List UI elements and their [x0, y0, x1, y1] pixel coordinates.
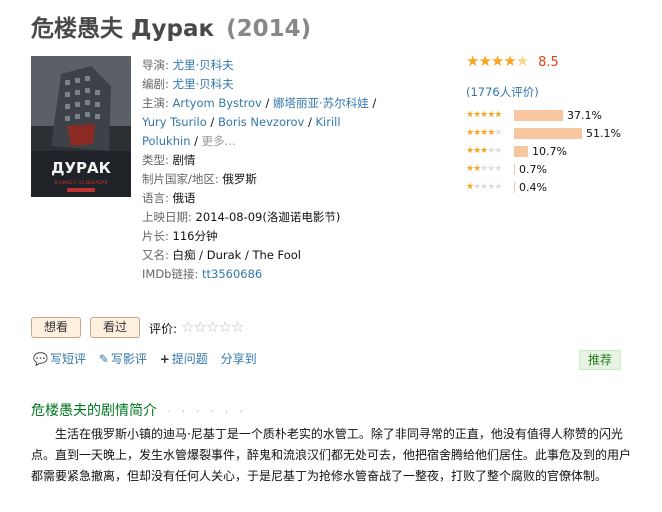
aka-row: 又名: 白痴 / Durak / The Fool	[142, 246, 392, 265]
rating-row-percent: 10.7%	[532, 144, 567, 158]
cast-link[interactable]: 娜塔丽亚·苏尔科娃	[273, 96, 369, 110]
star-outline-icon[interactable]: ☆	[181, 318, 194, 336]
rating-panel: ★★★★★ 8.5 (1776人评价) ★★★★★ 37.1% ★★★★★ 51.1%…	[466, 52, 656, 196]
rating-row-stars-icon: ★★★★★	[466, 110, 502, 120]
rate-stars-input[interactable]: ☆☆☆☆☆	[181, 318, 244, 336]
release-label: 上映日期:	[142, 210, 192, 224]
title-year: (2014)	[226, 16, 312, 42]
cast-link[interactable]: Boris Nevzorov	[218, 115, 304, 129]
rating-row: ★★★★★ 0.4%	[466, 178, 656, 196]
rating-row-stars-icon: ★★★★★	[466, 164, 502, 174]
write-short-review-link[interactable]: 写短评	[50, 352, 86, 366]
ask-question-action[interactable]: + 提问题	[160, 352, 208, 366]
imdb-row: IMDb链接: tt3560686	[142, 265, 392, 284]
aka-label: 又名:	[142, 248, 169, 262]
country-label: 制片国家/地区:	[142, 172, 219, 186]
summary-heading-dots: · · · · · ·	[167, 407, 247, 418]
poster-title: ДУРАК	[51, 159, 112, 177]
rating-stars-icon: ★★★★★	[466, 52, 529, 70]
rating-row-stars-icon: ★★★★★	[466, 146, 502, 156]
summary-heading: 危楼愚夫的剧情简介 · · · · · ·	[31, 400, 246, 420]
aka-value: 白痴 / Durak / The Fool	[172, 248, 301, 262]
genre-value: 剧情	[172, 153, 196, 167]
share-link[interactable]: 分享到	[221, 352, 257, 366]
imdb-link[interactable]: tt3560686	[202, 267, 262, 281]
cast-more-link[interactable]: 更多...	[202, 134, 236, 148]
write-review-action[interactable]: ✎ 写影评	[99, 352, 147, 366]
rating-row: ★★★★★ 0.7%	[466, 160, 656, 178]
runtime-value: 116分钟	[172, 229, 218, 243]
rating-votes: (1776人评价)	[466, 84, 656, 100]
recommend-button[interactable]: 推荐	[579, 350, 621, 370]
cast-row: 主演: Artyom Bystrov / 娜塔丽亚·苏尔科娃 / Yury Ts…	[142, 96, 377, 148]
write-review-link[interactable]: 写影评	[111, 352, 147, 366]
country-value: 俄罗斯	[222, 172, 257, 186]
genre-label: 类型:	[142, 153, 169, 167]
director-label: 导演:	[142, 58, 169, 72]
imdb-label: IMDb链接:	[142, 267, 199, 281]
title-zh: 危楼愚夫	[31, 16, 123, 42]
director-row: 导演: 尤里·贝科夫	[142, 56, 392, 75]
rating-row: ★★★★★ 10.7%	[466, 142, 656, 160]
rating-row-percent: 0.4%	[519, 180, 547, 194]
writer-row: 编剧: 尤里·贝科夫	[142, 75, 392, 94]
rating-row-bar	[514, 109, 563, 121]
write-short-review-action[interactable]: 💬 写短评	[33, 352, 86, 366]
writer-link[interactable]: 尤里·贝科夫	[173, 77, 234, 91]
votes-link[interactable]: (1776人评价)	[466, 85, 539, 99]
rating-row-bar	[514, 181, 515, 193]
language-value: 俄语	[172, 191, 196, 205]
release-row: 上映日期: 2014-08-09(洛迦诺电影节)	[142, 208, 392, 227]
rating-row: ★★★★★ 37.1%	[466, 106, 656, 124]
cast-link[interactable]: Yury Tsurilo	[142, 115, 207, 129]
rating-row-percent: 0.7%	[519, 162, 547, 176]
rating-distribution: ★★★★★ 37.1% ★★★★★ 51.1% ★★★★★ 10.7% ★★★★★ 0.7% ★…	[466, 106, 656, 196]
plus-icon: +	[159, 352, 170, 366]
star-outline-icon[interactable]: ☆	[193, 318, 206, 336]
runtime-row: 片长: 116分钟	[142, 227, 392, 246]
movie-info: 导演: 尤里·贝科夫 编剧: 尤里·贝科夫 主演: Artyom Bystrov…	[142, 56, 392, 284]
rating-summary: ★★★★★ 8.5	[466, 52, 656, 70]
rating-score: 8.5	[538, 55, 559, 70]
page-title: 危楼愚夫 Дурак (2014)	[31, 9, 311, 43]
star-outline-icon[interactable]: ☆	[206, 318, 219, 336]
chat-bubble-icon: 💬	[33, 352, 48, 366]
watched-button[interactable]: 看过	[90, 317, 140, 338]
language-row: 语言: 俄语	[142, 189, 392, 208]
title-ru: Дурак	[131, 16, 215, 42]
summary-text: 生活在俄罗斯小镇的迪马·尼基丁是一个质朴老实的水管工。除了非同寻常的正直，他没有…	[31, 427, 632, 483]
cast-label: 主演:	[142, 96, 169, 110]
rate-label: 评价:	[149, 322, 178, 336]
poster-date: В КИНО С 11 ДЕКАБРЯ	[55, 180, 108, 186]
rating-row-bar	[514, 163, 515, 175]
rating-row: ★★★★★ 51.1%	[466, 124, 656, 142]
rating-row-bar	[514, 145, 528, 157]
rating-row-stars-icon: ★★★★★	[466, 182, 502, 192]
writer-label: 编剧:	[142, 77, 169, 91]
pencil-icon: ✎	[98, 352, 109, 366]
summary-heading-text: 危楼愚夫的剧情简介	[31, 403, 157, 419]
ask-question-link[interactable]: 提问题	[172, 352, 208, 366]
rating-row-stars-icon: ★★★★★	[466, 128, 502, 138]
cast-link[interactable]: Artyom Bystrov	[173, 96, 262, 110]
release-value: 2014-08-09(洛迦诺电影节)	[195, 210, 341, 224]
rating-row-bar	[514, 127, 582, 139]
movie-poster[interactable]: ДУРАК В КИНО С 11 ДЕКАБРЯ	[31, 56, 131, 197]
want-to-watch-button[interactable]: 想看	[31, 317, 81, 338]
language-label: 语言:	[142, 191, 169, 205]
genre-row: 类型: 剧情	[142, 151, 392, 170]
poster-image: ДУРАК В КИНО С 11 ДЕКАБРЯ	[31, 56, 131, 197]
star-outline-icon[interactable]: ☆	[231, 318, 244, 336]
country-row: 制片国家/地区: 俄罗斯	[142, 170, 392, 189]
action-bar: 💬 写短评 ✎ 写影评 + 提问题 分享到	[33, 350, 266, 367]
director-link[interactable]: 尤里·贝科夫	[173, 58, 234, 72]
star-outline-icon[interactable]: ☆	[218, 318, 231, 336]
share-action[interactable]: 分享到	[221, 352, 257, 366]
runtime-label: 片长:	[142, 229, 169, 243]
rating-row-percent: 37.1%	[567, 108, 602, 122]
rating-row-percent: 51.1%	[586, 126, 621, 140]
